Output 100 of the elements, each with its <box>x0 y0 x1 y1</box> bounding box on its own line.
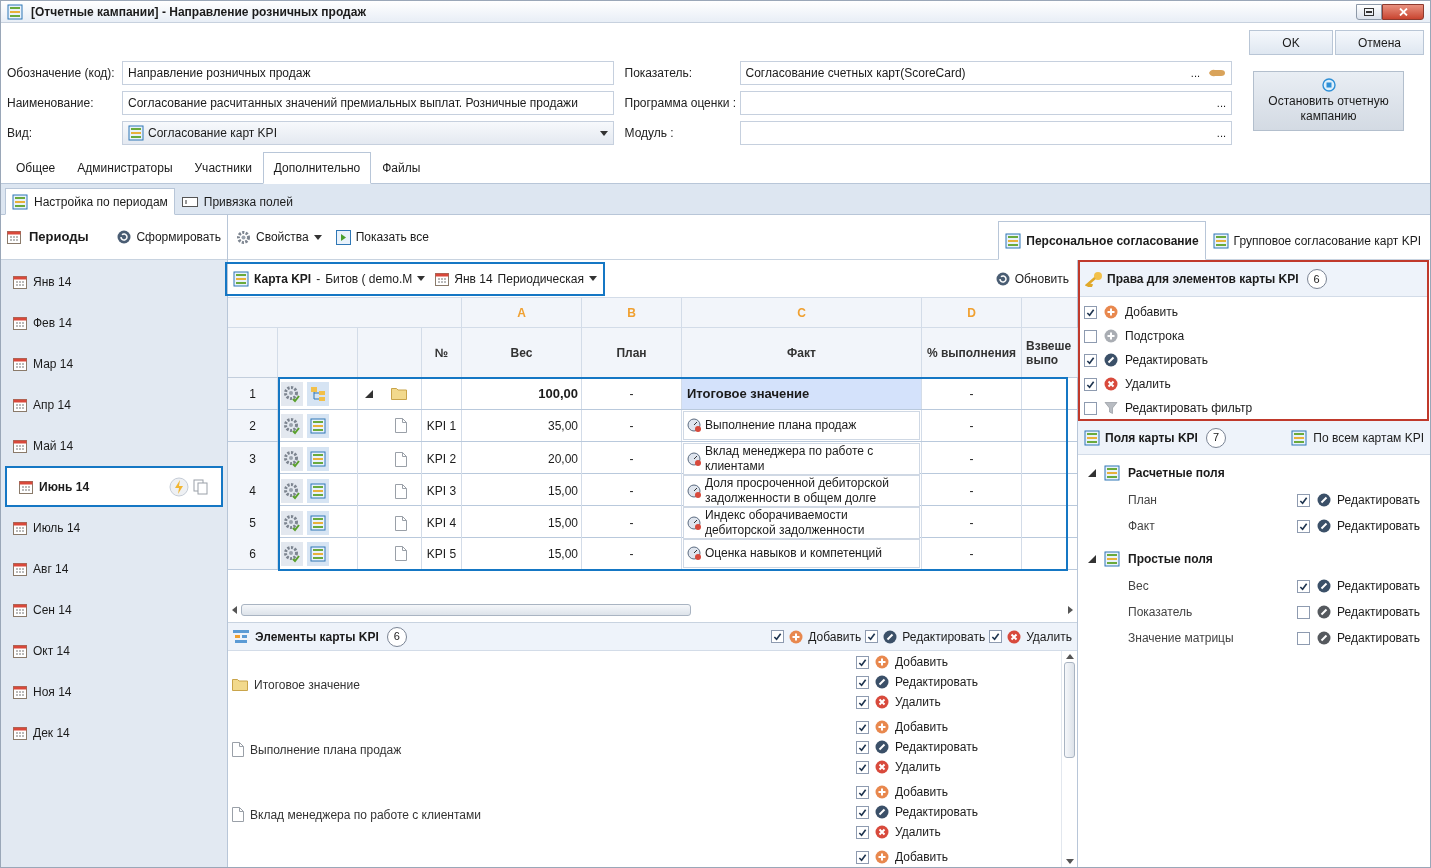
expand-toggle-icon[interactable] <box>1088 555 1096 563</box>
period-item[interactable]: Май 14 <box>1 425 227 466</box>
browse-button[interactable]: ... <box>1216 124 1226 142</box>
period-dropdown[interactable]: Янв 14 Периодическая <box>435 269 597 288</box>
checkbox[interactable] <box>856 675 869 689</box>
lookup-field[interactable]: ... <box>739 121 1232 145</box>
checkbox[interactable] <box>1297 579 1311 593</box>
column-header[interactable]: План <box>582 328 682 377</box>
dialog-button[interactable]: OK <box>1249 30 1333 55</box>
table-cell: - <box>922 506 1022 540</box>
tab[interactable]: Файлы <box>371 152 432 184</box>
dropdown-field[interactable]: Согласование карт KPI <box>122 121 614 145</box>
restore-button[interactable] <box>1356 3 1382 20</box>
gear-check-icon[interactable] <box>283 416 301 435</box>
checkbox[interactable] <box>856 695 869 709</box>
column-header[interactable]: Взвеше выпо <box>1022 328 1078 377</box>
checkbox[interactable] <box>1297 605 1311 619</box>
lookup-field[interactable]: ... <box>739 91 1232 115</box>
gauge-icon <box>687 451 702 467</box>
panel-title: Права для элементов карты KPI <box>1107 271 1299 288</box>
checkbox[interactable] <box>1084 377 1097 391</box>
tab[interactable]: Групповое согласование карт KPI <box>1205 221 1428 260</box>
checkbox[interactable] <box>1084 329 1097 343</box>
browse-button[interactable]: ... <box>1216 94 1226 112</box>
checkbox[interactable] <box>856 825 869 839</box>
lookup-field[interactable]: Согласование счетных карт(ScoreCard) ... <box>739 61 1232 85</box>
tab[interactable]: Администраторы <box>66 152 184 184</box>
column-header[interactable]: № <box>422 328 462 377</box>
period-item[interactable]: Дек 14 <box>1 712 227 753</box>
browse-button[interactable]: ... <box>1190 64 1200 82</box>
checkbox[interactable] <box>1297 493 1311 507</box>
tab[interactable]: Дополнительно <box>262 152 372 184</box>
period-item[interactable]: Авг 14 <box>1 548 227 589</box>
table-cell: - <box>922 378 1022 409</box>
x-circle-icon <box>1104 377 1118 391</box>
gear-check-icon[interactable] <box>283 514 301 532</box>
stop-campaign-button[interactable]: Остановить отчетную кампанию <box>1253 71 1404 131</box>
text-field[interactable]: Согласование расчитанных значений премиальных выплат. Розничные продажи <box>122 91 614 115</box>
text-field[interactable]: Направление розничных продаж <box>122 61 614 85</box>
card-dropdown[interactable]: Карта KPI - Битов ( demo.M <box>233 269 426 288</box>
period-item[interactable]: Янв 14 <box>1 261 227 302</box>
refresh-button[interactable]: Обновить <box>995 269 1069 288</box>
plus-circle-icon <box>789 629 804 644</box>
checkbox[interactable] <box>1297 631 1311 645</box>
checkbox[interactable] <box>856 785 869 799</box>
column-header[interactable]: Вес <box>462 328 582 377</box>
period-item[interactable]: Фев 14 <box>1 302 227 343</box>
form-icon <box>128 125 144 141</box>
tab[interactable]: Привязка полей <box>174 188 300 215</box>
period-item[interactable]: Июль 14 <box>1 507 227 548</box>
tab[interactable]: Участники <box>183 152 263 184</box>
all-cards-button[interactable]: По всем картам KPI <box>1291 428 1424 447</box>
gear-check-icon[interactable] <box>283 450 301 468</box>
calendar-icon <box>13 274 27 289</box>
gear-check-icon[interactable] <box>283 384 301 403</box>
checkbox[interactable] <box>856 655 869 669</box>
x-circle-icon <box>875 825 889 839</box>
column-header[interactable]: % выполнения <box>922 328 1022 377</box>
action-label: Удалить <box>895 759 941 776</box>
checkbox[interactable] <box>1084 305 1097 319</box>
checkbox[interactable] <box>856 740 869 754</box>
checkbox[interactable] <box>1297 519 1311 533</box>
action-label: Добавить <box>808 628 862 646</box>
period-item[interactable]: Ноя 14 <box>1 671 227 712</box>
checkbox[interactable] <box>771 630 785 643</box>
checkbox[interactable] <box>856 760 869 774</box>
tab[interactable]: Персональное согласование <box>998 221 1206 260</box>
checkbox[interactable] <box>1084 353 1097 367</box>
tab[interactable]: Общее <box>5 152 67 184</box>
x-circle-icon <box>1007 629 1022 644</box>
scroll-down-icon <box>1065 859 1074 864</box>
table-cell: 35,00 <box>462 410 582 441</box>
count-badge: 7 <box>1205 427 1226 448</box>
expand-toggle-icon[interactable] <box>365 389 373 398</box>
tab[interactable]: Настройка по периодам <box>5 188 175 215</box>
period-item[interactable]: Мар 14 <box>1 343 227 384</box>
checkbox[interactable] <box>856 805 869 819</box>
checkbox[interactable] <box>856 720 869 734</box>
vertical-scrollbar[interactable] <box>1061 651 1077 867</box>
close-button[interactable] <box>1382 3 1424 20</box>
checkbox[interactable] <box>856 850 869 864</box>
expand-toggle-icon[interactable] <box>1088 469 1096 477</box>
gear-check-icon[interactable] <box>283 482 301 500</box>
checkbox[interactable] <box>865 630 879 643</box>
checkbox[interactable] <box>989 630 1003 643</box>
period-item[interactable]: Апр 14 <box>1 384 227 425</box>
column-letter: B <box>582 298 682 327</box>
generate-button[interactable]: Сформировать <box>117 228 221 246</box>
period-item[interactable]: Сен 14 <box>1 589 227 630</box>
panel-title: Элементы карты KPI <box>255 628 379 646</box>
column-letter: D <box>922 298 1022 327</box>
table-cell: - <box>582 410 682 441</box>
action-label: Удалить <box>895 694 941 711</box>
properties-button[interactable]: Свойства <box>236 228 322 246</box>
period-item[interactable]: Окт 14 <box>1 630 227 671</box>
checkbox[interactable] <box>1084 401 1097 415</box>
gear-check-icon[interactable] <box>283 544 301 563</box>
dialog-button[interactable]: Отмена <box>1335 30 1424 55</box>
show-all-button[interactable]: Показать все <box>335 228 429 246</box>
column-header[interactable]: Факт <box>682 328 922 377</box>
